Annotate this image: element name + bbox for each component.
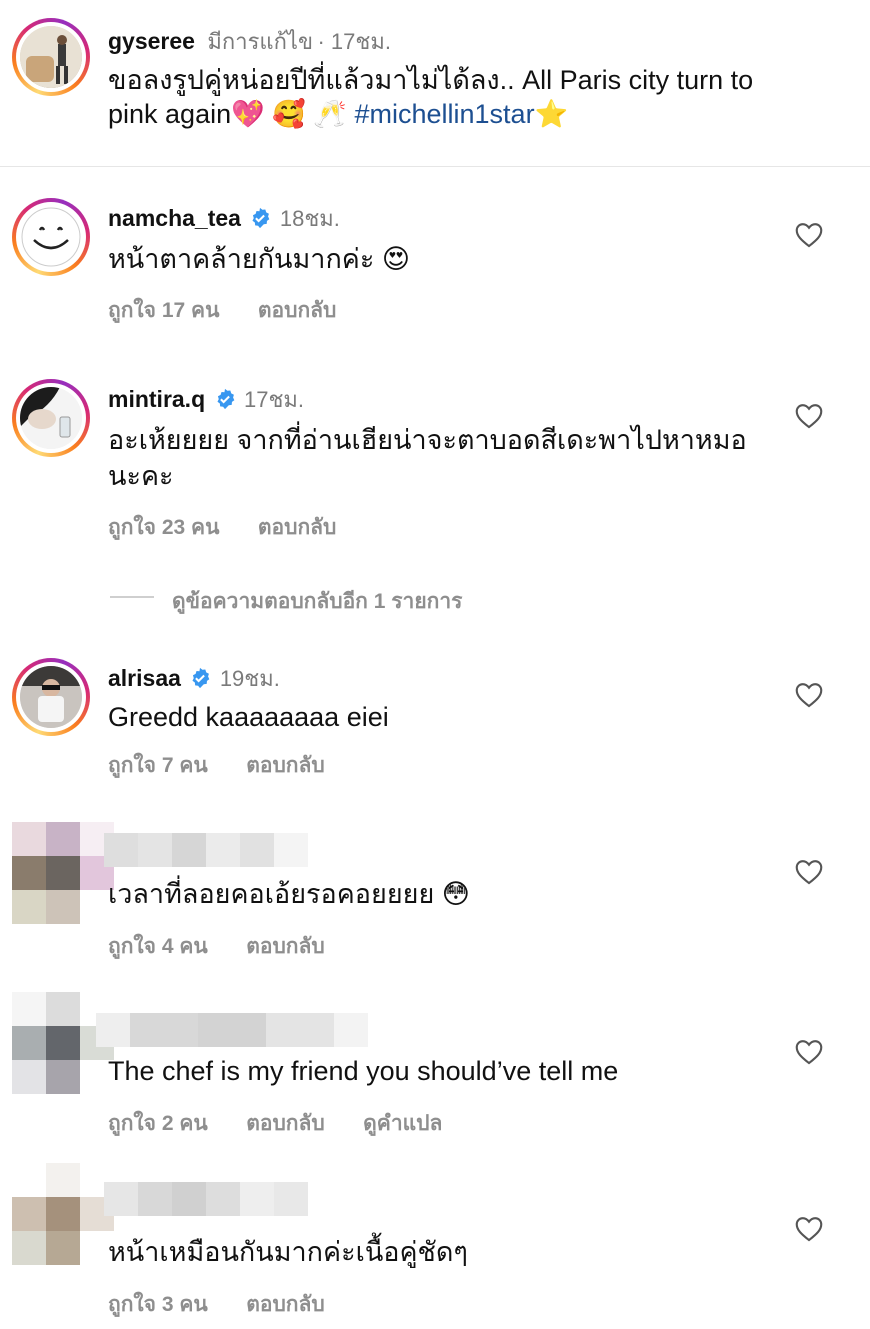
blurred-username[interactable] <box>104 1182 308 1216</box>
verified-badge-icon <box>192 667 210 689</box>
commenter-avatar[interactable] <box>12 198 90 276</box>
comment-time: 18ชม. <box>279 206 340 231</box>
like-count[interactable]: ถูกใจ 23 คน <box>108 516 219 539</box>
caption-divider <box>0 166 870 167</box>
reply-button[interactable]: ตอบกลับ <box>246 1112 325 1135</box>
like-count[interactable]: ถูกใจ 4 คน <box>108 935 208 958</box>
blurred-avatar[interactable] <box>12 1163 114 1273</box>
view-replies-line <box>110 596 154 598</box>
heart-outline-icon[interactable] <box>795 1039 823 1065</box>
star-emoji: ⭐ <box>534 99 569 129</box>
reply-button[interactable]: ตอบกลับ <box>246 754 325 777</box>
comment-text-line-1: อะเห้ยยยย จากที่อ่านเฮียน่าจะตาบอดสีเดะพ… <box>108 425 747 455</box>
heart-outline-icon[interactable] <box>795 1216 823 1242</box>
commenter-avatar[interactable] <box>12 379 90 457</box>
heart-outline-icon[interactable] <box>795 222 823 248</box>
blurred-username[interactable] <box>96 1013 368 1047</box>
comment-text: Greedd kaaaaaaaa eiei <box>108 702 389 732</box>
heart-outline-icon[interactable] <box>795 859 823 885</box>
heart-outline-icon[interactable] <box>795 682 823 708</box>
verified-badge-icon <box>252 207 270 229</box>
commenter-username[interactable]: mintira.q <box>108 386 205 412</box>
like-count[interactable]: ถูกใจ 2 คน <box>108 1112 208 1135</box>
reply-button[interactable]: ตอบกลับ <box>258 299 337 322</box>
like-count[interactable]: ถูกใจ 3 คน <box>108 1293 208 1316</box>
blurred-username[interactable] <box>104 833 308 867</box>
commenter-avatar[interactable] <box>12 658 90 736</box>
edited-label: มีการแก้ไข <box>207 29 314 54</box>
verified-badge-icon <box>217 388 234 410</box>
commenter-username[interactable]: namcha_tea <box>108 205 241 231</box>
comment-text: หน้าเหมือนกันมากค่ะเนื้อคู่ชัดๆ <box>108 1237 468 1267</box>
comment-text: หน้าตาคล้ายกันมากค่ะ 😍 <box>108 244 411 274</box>
reply-button[interactable]: ตอบกลับ <box>258 516 337 539</box>
caption-emojis: 💖 🥰 🥂 <box>231 99 347 129</box>
like-count[interactable]: ถูกใจ 17 คน <box>108 299 219 322</box>
hashtag-link[interactable]: #michellin1star <box>354 99 534 129</box>
comment-text: The chef is my friend you should’ve tell… <box>108 1056 619 1086</box>
comment-time: 17ชม. <box>244 387 305 412</box>
post-author-avatar[interactable] <box>12 18 90 96</box>
comment-time: 19ชม. <box>219 666 280 691</box>
caption-text: pink again <box>108 99 232 129</box>
caption-line-1: ขอลงรูปคู่หน่อยปีที่แล้วมาไม่ได้ลง.. All… <box>108 65 754 95</box>
translate-button[interactable]: ดูคำแปล <box>363 1112 442 1135</box>
like-count[interactable]: ถูกใจ 7 คน <box>108 754 208 777</box>
reply-button[interactable]: ตอบกลับ <box>246 1293 325 1316</box>
heart-outline-icon[interactable] <box>795 403 823 429</box>
blurred-avatar[interactable] <box>12 822 114 932</box>
post-time: · 17ชม. <box>317 29 391 54</box>
view-replies-button[interactable]: ดูข้อความตอบกลับอีก 1 รายการ <box>172 585 462 618</box>
comment-text: เวลาที่ลอยคอเอ้ยรอคอยยยย 😳 <box>108 879 470 909</box>
comment-text-line-2: นะคะ <box>108 461 174 491</box>
reply-button[interactable]: ตอบกลับ <box>246 935 325 958</box>
commenter-username[interactable]: alrisaa <box>108 665 181 691</box>
post-author-username[interactable]: gyseree <box>108 28 195 54</box>
caption-line-2: pink again💖 🥰 🥂 #michellin1star⭐ <box>108 97 568 131</box>
smiley-face-icon <box>21 207 81 267</box>
blurred-avatar[interactable] <box>12 992 114 1102</box>
